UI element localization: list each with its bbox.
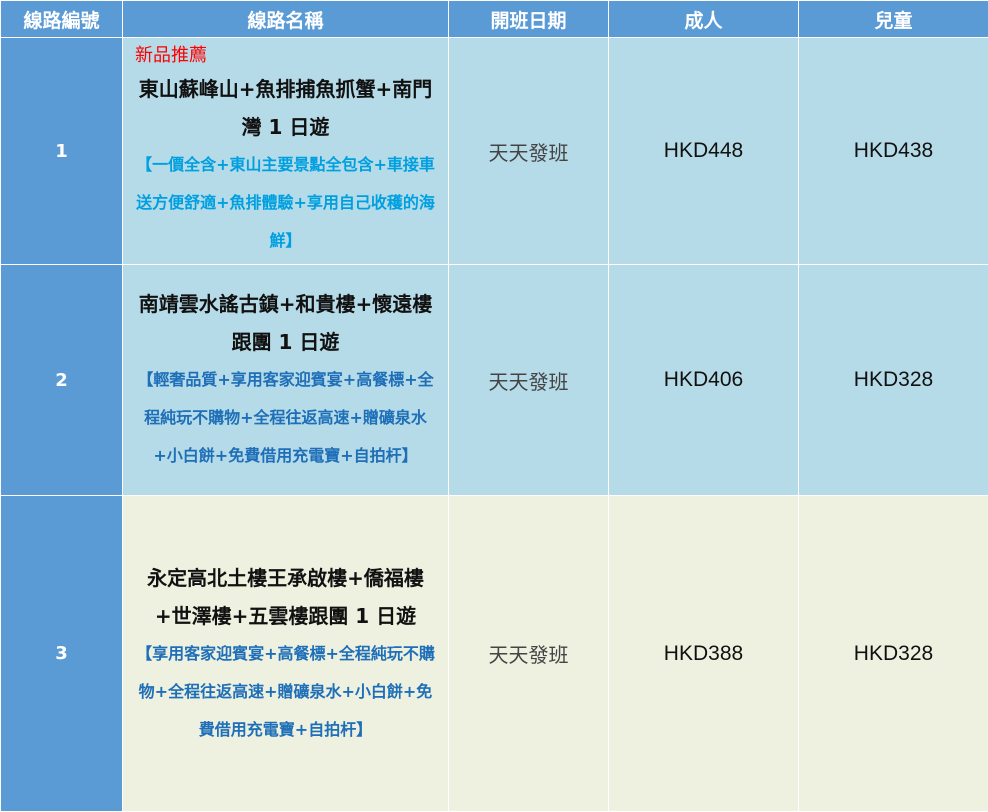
table-header: 線路編號 線路名稱 開班日期 成人 兒童 [1, 1, 988, 38]
route-title: 南靖雲水謠古鎮+和貴樓+懷遠樓跟團 1 日遊 [135, 285, 436, 361]
schedule-cell: 天天發班 [449, 38, 609, 265]
table-row: 2 南靖雲水謠古鎮+和貴樓+懷遠樓跟團 1 日遊 【輕奢品質+享用客家迎賓宴+高… [1, 265, 988, 496]
schedule-cell: 天天發班 [449, 265, 609, 496]
header-schedule: 開班日期 [449, 1, 609, 38]
route-description: 【輕奢品質+享用客家迎賓宴+高餐標+全程純玩不購物+全程往返高速+贈礦泉水+小白… [135, 361, 436, 475]
schedule-cell: 天天發班 [449, 496, 609, 812]
header-adult-price: 成人 [609, 1, 799, 38]
route-number: 2 [1, 265, 123, 496]
table-row: 3 永定高北土樓王承啟樓+僑福樓+世澤樓+五雲樓跟團 1 日遊 【享用客家迎賓宴… [1, 496, 988, 812]
header-route-no: 線路編號 [1, 1, 123, 38]
header-child-price: 兒童 [799, 1, 988, 38]
route-description: 【享用客家迎賓宴+高餐標+全程純玩不購物+全程往返高速+贈礦泉水+小白餅+免費借… [135, 635, 436, 749]
header-row: 線路編號 線路名稱 開班日期 成人 兒童 [1, 1, 988, 38]
new-product-tag: 新品推薦 [135, 42, 436, 70]
route-description: 【一價全含+東山主要景點全包含+車接車送方便舒適+魚排體驗+享用自己收穫的海鮮】 [135, 146, 436, 260]
route-title: 東山蘇峰山+魚排捕魚抓蟹+南門灣 1 日遊 [135, 70, 436, 146]
header-route-name: 線路名稱 [123, 1, 449, 38]
adult-price-cell: HKD388 [609, 496, 799, 812]
route-number: 3 [1, 496, 123, 812]
child-price-cell: HKD328 [799, 496, 988, 812]
route-name-cell: 新品推薦 東山蘇峰山+魚排捕魚抓蟹+南門灣 1 日遊 【一價全含+東山主要景點全… [123, 38, 449, 265]
route-name-cell: 永定高北土樓王承啟樓+僑福樓+世澤樓+五雲樓跟團 1 日遊 【享用客家迎賓宴+高… [123, 496, 449, 812]
child-price-cell: HKD438 [799, 38, 988, 265]
adult-price-cell: HKD448 [609, 38, 799, 265]
table-row: 1 新品推薦 東山蘇峰山+魚排捕魚抓蟹+南門灣 1 日遊 【一價全含+東山主要景… [1, 38, 988, 265]
route-title: 永定高北土樓王承啟樓+僑福樓+世澤樓+五雲樓跟團 1 日遊 [135, 559, 436, 635]
tour-price-table: 線路編號 線路名稱 開班日期 成人 兒童 1 新品推薦 東山蘇峰山+魚排捕魚抓蟹… [0, 0, 988, 812]
adult-price-cell: HKD406 [609, 265, 799, 496]
route-name-cell: 南靖雲水謠古鎮+和貴樓+懷遠樓跟團 1 日遊 【輕奢品質+享用客家迎賓宴+高餐標… [123, 265, 449, 496]
route-number: 1 [1, 38, 123, 265]
child-price-cell: HKD328 [799, 265, 988, 496]
